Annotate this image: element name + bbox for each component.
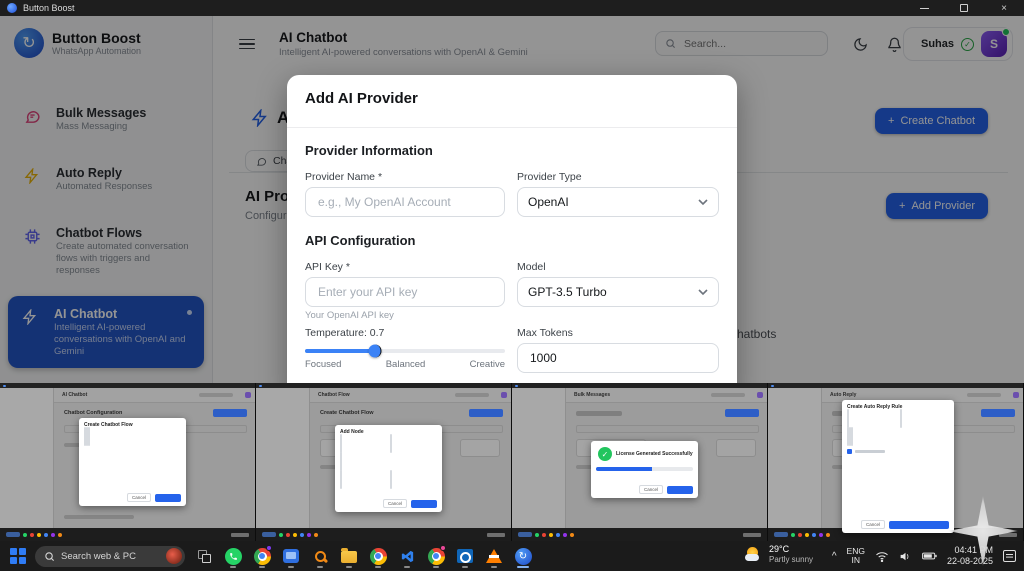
max-tokens-label: Max Tokens [517,327,573,339]
maximize-button[interactable] [944,0,984,16]
api-key-helper: Your OpenAI API key [305,310,394,321]
start-button[interactable] [10,548,26,564]
chrome-icon[interactable] [252,544,272,568]
api-key-label: API Key * [305,261,350,273]
mark-focused: Focused [305,359,342,370]
weather-temp: 29°C [769,544,790,554]
chrome-icon[interactable] [368,544,388,568]
outlook-icon[interactable] [455,544,475,568]
thumbnail-3: Bulk Messages ✓ License Generated Succes… [512,383,768,541]
button-boost-app-icon[interactable]: ↻ [513,544,533,568]
divider [287,127,737,128]
temperature-slider[interactable] [305,344,505,358]
wifi-icon[interactable] [875,551,889,562]
thumbnail-1: AI Chatbot Chatbot Configuration Create … [0,383,256,541]
mini-modal: Create Chatbot Flow Cancel [79,418,186,506]
api-key-field[interactable] [305,277,505,307]
mini-modal: Add Node Cancel [335,425,442,512]
volume-icon[interactable] [899,551,912,562]
mark-balanced: Balanced [385,359,426,370]
task-view-button[interactable] [194,544,214,568]
search-icon [45,551,55,561]
mini-blue-button [469,409,503,417]
api-key-input[interactable] [316,284,494,300]
thumbnail-2: Chatbot Flow Create Chatbot Flow Add Nod… [256,383,512,541]
minimize-button[interactable] [904,0,944,16]
provider-name-label: Provider Name * [305,171,383,183]
temperature-label: Temperature: 0.7 [305,327,385,339]
section-api-configuration: API Configuration [305,233,416,248]
chevron-down-icon [698,198,708,205]
tray-expand-icon[interactable]: ^ [832,551,837,562]
mini-blue-button [725,409,759,417]
remote-desktop-icon[interactable] [281,544,301,568]
vscode-icon[interactable] [397,544,417,568]
battery-icon[interactable] [922,551,937,561]
weather-widget[interactable]: 29°C Partly sunny [745,544,813,565]
notification-center-icon[interactable] [1003,550,1016,562]
vlc-icon[interactable] [484,544,504,568]
window-titlebar: Button Boost × [0,0,1024,16]
model-select[interactable]: GPT-3.5 Turbo [517,277,719,307]
windows-taskbar: Search web & PC ↻ 29°C Partly sunny ^ EN… [0,541,1024,571]
add-ai-provider-modal: Add AI Provider Provider Information Pro… [287,75,737,383]
mini-blue-button [981,409,1015,417]
provider-type-value: OpenAI [528,195,569,209]
max-tokens-input[interactable] [528,350,708,366]
system-tray: ^ ENG IN 04:41 PM 22-08-2025 [832,541,1024,571]
slider-fill [305,349,375,353]
weather-icon [745,546,763,563]
app-icon [7,3,17,13]
model-label: Model [517,261,546,273]
chrome-icon[interactable] [426,544,446,568]
file-explorer-icon[interactable] [339,544,359,568]
search-app-icon[interactable] [310,544,330,568]
weather-condition: Partly sunny [769,555,814,564]
taskbar-search[interactable]: Search web & PC [35,545,185,567]
section-provider-information: Provider Information [305,143,433,158]
window-controls: × [904,0,1024,16]
language-indicator[interactable]: ENG IN [847,547,865,565]
provider-type-label: Provider Type [517,171,582,183]
slider-thumb[interactable] [368,344,382,358]
mini-modal: ✓ License Generated Successfully Cancel [591,441,698,498]
provider-type-select[interactable]: OpenAI [517,187,719,217]
mini-blue-button [213,409,247,417]
desktop: Button Boost × ↻ Button Boost WhatsApp A… [0,0,1024,571]
window-title: Button Boost [23,3,75,13]
provider-name-field[interactable] [305,187,505,217]
mini-modal: Create Auto Reply Rule Cancel [842,400,954,533]
provider-name-input[interactable] [316,194,494,210]
search-highlight-image [166,548,182,564]
screenshot-strip: AI Chatbot Chatbot Configuration Create … [0,383,1024,541]
close-button[interactable]: × [984,0,1024,16]
model-value: GPT-3.5 Turbo [528,285,607,299]
mark-creative: Creative [469,359,505,370]
max-tokens-field[interactable] [517,343,719,373]
modal-title: Add AI Provider [305,90,418,107]
app-window: ↻ Button Boost WhatsApp Automation Bulk … [0,16,1024,383]
whatsapp-icon[interactable] [223,544,243,568]
chevron-down-icon [698,288,708,295]
